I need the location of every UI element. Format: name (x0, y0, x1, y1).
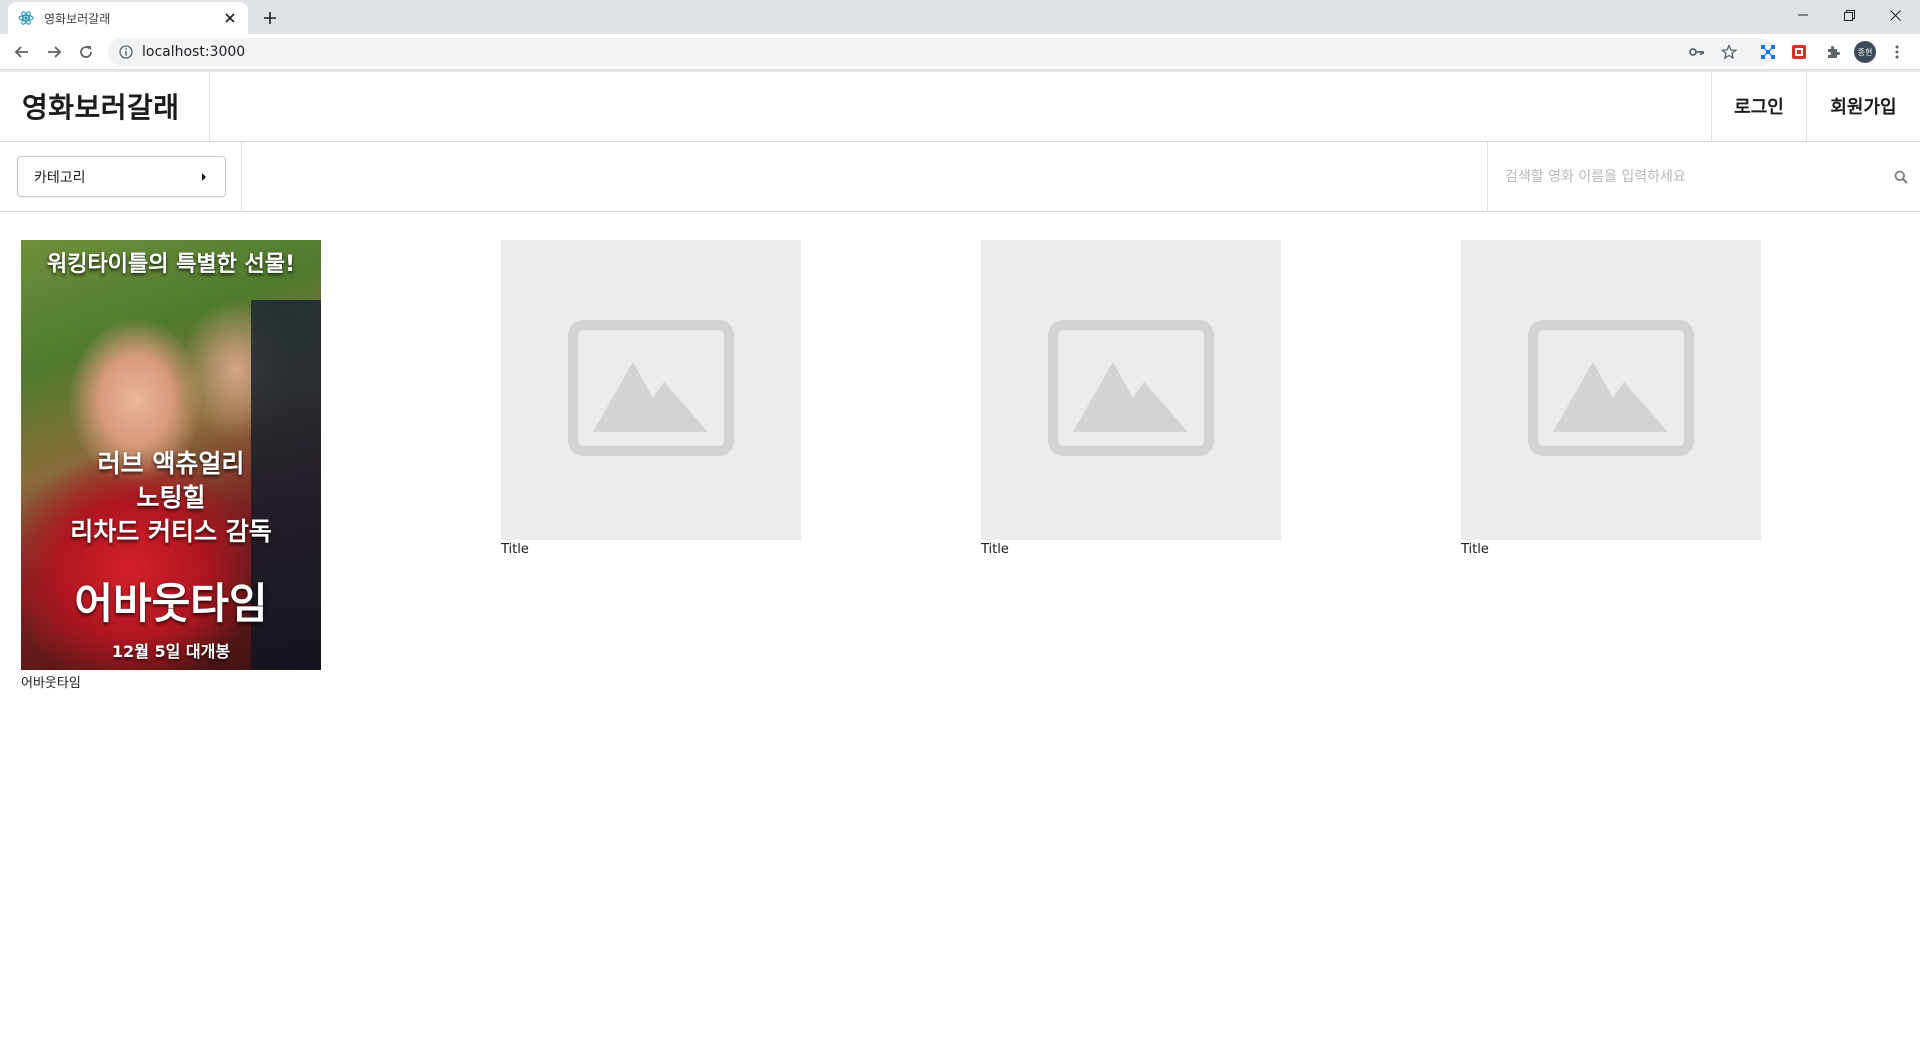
movie-title: Title (1461, 542, 1489, 557)
image-placeholder-icon (568, 320, 734, 460)
movie-card[interactable]: Title (501, 240, 801, 557)
login-button[interactable]: 로그인 (1711, 70, 1806, 142)
search-input[interactable] (1488, 157, 1868, 197)
image-placeholder[interactable] (981, 240, 1281, 540)
address-bar[interactable]: localhost:3000 (108, 38, 1775, 66)
image-placeholder-icon (1048, 320, 1214, 460)
browser-tabstrip: 영화보러갈래 (0, 0, 1920, 34)
close-window-icon[interactable] (1872, 0, 1918, 30)
movie-title: Title (501, 542, 529, 557)
brand-logo[interactable]: 영화보러갈래 (0, 70, 210, 142)
search-icon[interactable] (1892, 168, 1910, 186)
site-info-icon[interactable] (118, 44, 134, 60)
search-section (1487, 142, 1920, 212)
back-arrow-icon[interactable] (8, 38, 36, 66)
profile-avatar-initials: 종현 (1854, 41, 1876, 63)
movie-poster-image[interactable]: 워킹타이틀의 특별한 선물! 러브 액츄얼리 노팅힐 리차드 커티스 감독 어바… (21, 240, 321, 670)
url-text: localhost:3000 (142, 44, 246, 60)
movie-card[interactable]: 워킹타이틀의 특별한 선물! 러브 액츄얼리 노팅힐 리차드 커티스 감독 어바… (21, 240, 321, 691)
caret-right-icon (201, 169, 207, 185)
signup-button[interactable]: 회원가입 (1806, 70, 1920, 142)
poster-tagline: 워킹타이틀의 특별한 선물! (47, 252, 295, 277)
forward-arrow-icon[interactable] (40, 38, 68, 66)
react-favicon-icon (18, 10, 34, 26)
poster-credit-line: 리차드 커티스 감독 (70, 517, 272, 546)
category-section: 카테고리 (0, 142, 242, 212)
image-placeholder-icon (1528, 320, 1694, 460)
poster-release-date: 12월 5일 대개봉 (111, 642, 231, 661)
tab-title: 영화보러갈래 (44, 11, 111, 26)
restore-window-icon[interactable] (1826, 0, 1872, 30)
poster-credit-line: 러브 액츄얼리 (97, 449, 245, 478)
movie-title: Title (981, 542, 1009, 557)
movie-card[interactable]: Title (981, 240, 1281, 557)
minimize-window-icon[interactable] (1780, 0, 1826, 30)
new-tab-plus-icon[interactable] (258, 6, 282, 30)
key-icon[interactable] (1685, 40, 1709, 64)
bookmark-star-icon[interactable] (1717, 40, 1741, 64)
category-dropdown-label: 카테고리 (34, 169, 86, 186)
browser-toolbar: localhost:3000 종현 (0, 34, 1920, 70)
browser-tab[interactable]: 영화보러갈래 (8, 2, 248, 34)
movie-title: 어바웃타임 (21, 676, 81, 691)
filter-bar: 카테고리 (0, 142, 1920, 212)
extensions-puzzle-icon[interactable] (1821, 40, 1845, 64)
image-placeholder[interactable] (1461, 240, 1761, 540)
extension-red-icon[interactable] (1787, 40, 1811, 64)
poster-credit-line: 노팅힐 (136, 483, 206, 512)
extension-network-icon[interactable] (1756, 40, 1780, 64)
category-dropdown[interactable]: 카테고리 (17, 156, 226, 197)
poster-title: 어바웃타임 (74, 579, 268, 628)
close-tab-icon[interactable] (222, 10, 238, 26)
app-header: 영화보러갈래 로그인 회원가입 (0, 70, 1920, 142)
kebab-menu-icon[interactable] (1885, 40, 1909, 64)
reload-icon[interactable] (72, 38, 100, 66)
profile-avatar[interactable]: 종현 (1853, 40, 1877, 64)
image-placeholder[interactable] (501, 240, 801, 540)
movie-card[interactable]: Title (1461, 240, 1761, 557)
